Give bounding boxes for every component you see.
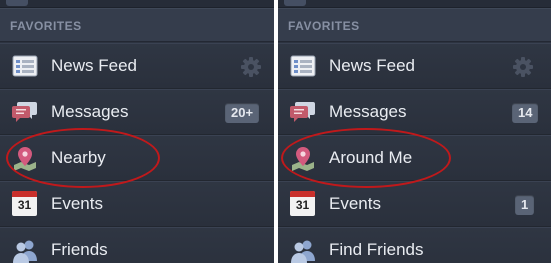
- right-favorites-menu: FAVORITES News Feed Messages 14 Around M…: [278, 0, 551, 263]
- news-feed-icon: [290, 55, 316, 77]
- menu-item-label: Events: [329, 194, 381, 213]
- favorites-section-header: FAVORITES: [0, 8, 274, 42]
- menu-item-news-feed[interactable]: News Feed: [0, 43, 274, 89]
- event-count-badge: 1: [515, 195, 535, 215]
- top-strip: [278, 0, 551, 8]
- menu-item-label: Messages: [329, 102, 407, 121]
- unread-count-badge: 14: [512, 103, 539, 123]
- unread-count-badge: 20+: [225, 103, 260, 123]
- menu-item-label: Find Friends: [329, 240, 424, 259]
- menu-item-messages[interactable]: Messages 14: [278, 89, 551, 135]
- menu-item-events[interactable]: 31 Events 1: [278, 181, 551, 227]
- section-title: FAVORITES: [288, 19, 360, 33]
- menu-item-messages[interactable]: Messages 20+: [0, 89, 274, 135]
- menu-item-label: Friends: [51, 240, 108, 259]
- favorites-section-header: FAVORITES: [278, 8, 551, 42]
- top-strip: [0, 0, 274, 8]
- news-feed-icon: [12, 55, 38, 77]
- messages-icon: [12, 102, 37, 122]
- gear-icon[interactable]: [512, 56, 534, 78]
- friends-icon: [291, 240, 315, 263]
- menu-item-around-me[interactable]: Around Me: [278, 135, 551, 181]
- gear-icon[interactable]: [240, 56, 262, 78]
- top-item-icon: [6, 0, 28, 6]
- left-favorites-menu: FAVORITES News Feed Messages 20+ Nearby …: [0, 0, 274, 263]
- menu-item-events[interactable]: 31 Events: [0, 181, 274, 227]
- location-pin-icon: [292, 147, 314, 171]
- menu-item-nearby[interactable]: Nearby: [0, 135, 274, 181]
- messages-icon: [290, 102, 315, 122]
- menu-item-find-friends[interactable]: Find Friends: [278, 227, 551, 263]
- menu-item-label: News Feed: [329, 56, 415, 75]
- calendar-day: 31: [17, 198, 32, 212]
- friends-icon: [13, 240, 37, 263]
- menu-item-label: Around Me: [329, 148, 413, 167]
- menu-item-label: News Feed: [51, 56, 137, 75]
- location-pin-icon: [14, 147, 36, 171]
- top-item-icon: [284, 0, 306, 6]
- menu-item-label: Messages: [51, 102, 129, 121]
- calendar-day: 31: [295, 198, 310, 212]
- menu-item-label: Nearby: [51, 148, 106, 167]
- calendar-icon: 31: [290, 191, 315, 216]
- section-title: FAVORITES: [10, 19, 82, 33]
- menu-item-label: Events: [51, 194, 103, 213]
- menu-item-friends[interactable]: Friends: [0, 227, 274, 263]
- menu-item-news-feed[interactable]: News Feed: [278, 43, 551, 89]
- calendar-icon: 31: [12, 191, 37, 216]
